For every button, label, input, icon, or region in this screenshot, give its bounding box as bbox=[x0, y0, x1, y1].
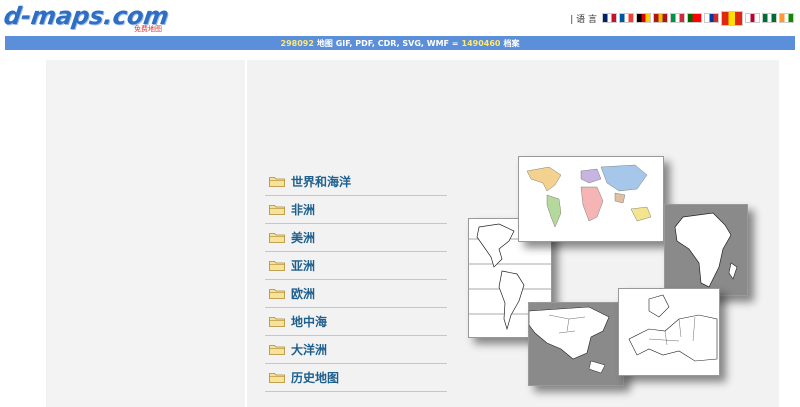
folder-icon bbox=[269, 373, 285, 383]
flag-uk-icon[interactable] bbox=[602, 13, 617, 23]
flag-portugal-icon[interactable] bbox=[687, 13, 702, 23]
files-text: 档案 bbox=[503, 38, 520, 48]
menu-item[interactable]: 美洲 bbox=[265, 224, 447, 252]
map-collage[interactable] bbox=[468, 156, 768, 396]
folder-icon bbox=[269, 345, 285, 355]
maps-count: 298092 bbox=[280, 38, 314, 48]
menu-item-label: 非洲 bbox=[291, 203, 316, 217]
menu-item[interactable]: 世界和海洋 bbox=[265, 168, 447, 196]
region-menu: 世界和海洋非洲美洲亚洲欧洲地中海大洋洲历史地图 bbox=[265, 168, 447, 392]
menu-item-label: 亚洲 bbox=[291, 259, 316, 273]
maps-text: 地图 GIF, PDF, CDR, SVG, WMF = bbox=[316, 38, 459, 48]
menu-item[interactable]: 非洲 bbox=[265, 196, 447, 224]
folder-icon bbox=[269, 233, 285, 243]
flag-japan-icon[interactable] bbox=[745, 13, 760, 23]
folder-icon bbox=[269, 261, 285, 271]
menu-item[interactable]: 历史地图 bbox=[265, 364, 447, 392]
africa-map-icon[interactable] bbox=[664, 204, 748, 296]
folder-icon bbox=[269, 205, 285, 215]
menu-item-label: 世界和海洋 bbox=[291, 175, 352, 189]
files-count: 1490460 bbox=[461, 38, 501, 48]
language-label: | 语 言 bbox=[570, 14, 597, 25]
menu-item[interactable]: 欧洲 bbox=[265, 280, 447, 308]
europe-map-icon[interactable] bbox=[618, 288, 720, 376]
flag-saudi-icon[interactable] bbox=[762, 13, 777, 23]
flag-germany-icon[interactable] bbox=[636, 13, 651, 23]
folder-icon bbox=[269, 317, 285, 327]
folder-icon bbox=[269, 289, 285, 299]
menu-item-label: 欧洲 bbox=[291, 287, 316, 301]
site-logo[interactable]: d-maps.com 免费地图 bbox=[2, 2, 171, 34]
flag-russia-icon[interactable] bbox=[704, 13, 719, 23]
menu-item-label: 地中海 bbox=[291, 315, 328, 329]
flag-spain-icon[interactable] bbox=[653, 13, 668, 23]
flag-india-icon[interactable] bbox=[779, 13, 794, 23]
logo-subtitle: 免费地图 bbox=[134, 25, 162, 33]
flag-list bbox=[602, 10, 794, 26]
flag-italy-icon[interactable] bbox=[670, 13, 685, 23]
left-column bbox=[46, 60, 247, 407]
menu-item[interactable]: 地中海 bbox=[265, 308, 447, 336]
main-panel: 世界和海洋非洲美洲亚洲欧洲地中海大洋洲历史地图 bbox=[46, 60, 779, 407]
menu-item[interactable]: 亚洲 bbox=[265, 252, 447, 280]
folder-icon bbox=[269, 177, 285, 187]
world-map-icon[interactable] bbox=[518, 156, 664, 242]
flag-china-icon[interactable] bbox=[721, 10, 743, 26]
menu-item[interactable]: 大洋洲 bbox=[265, 336, 447, 364]
menu-item-label: 历史地图 bbox=[291, 371, 340, 385]
asia-map-icon[interactable] bbox=[528, 302, 624, 386]
flag-france-icon[interactable] bbox=[619, 13, 634, 23]
menu-item-label: 大洋洲 bbox=[291, 343, 328, 357]
menu-item-label: 美洲 bbox=[291, 231, 316, 245]
stats-bar: 298092 地图 GIF, PDF, CDR, SVG, WMF = 1490… bbox=[5, 36, 795, 50]
language-bar: | 语 言 bbox=[570, 10, 794, 26]
